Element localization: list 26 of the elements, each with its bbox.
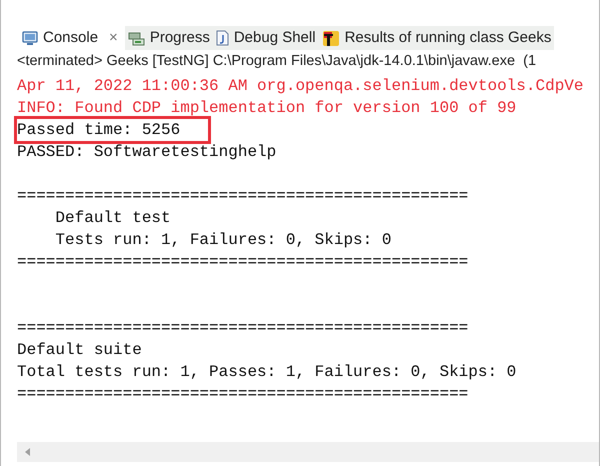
tab[interactable]: Results of running class Geeks — [318, 26, 554, 50]
console-line: =============================================== — [17, 318, 468, 339]
document-icon — [216, 30, 229, 46]
console-line: PASSED: Softwaretestinghelp — [17, 142, 276, 163]
console-line: =============================================== — [17, 252, 468, 273]
console-line: Tests run: 1, Failures: 0, Skips: 0 — [54, 230, 392, 251]
console-line: Default test — [54, 208, 171, 229]
console-line: INFO: Found CDP implementation for version 100 of 99 — [17, 98, 516, 119]
tab[interactable]: Debug Shell — [212, 26, 319, 50]
console-line: =============================================== — [17, 186, 468, 207]
progress-icon — [128, 30, 145, 46]
process-status: <terminated> Geeks [TestNG] C:\Program Files\Java\jdk-14.0.1\bin\javaw.exe (1 — [16, 52, 538, 72]
console-line: Passed time: 5256 — [17, 119, 208, 141]
console-line: =============================================== — [17, 384, 468, 405]
console-line: Apr 11, 2022 11:00:36 AM org.openqa.selenium.devtools.CdpVe — [17, 76, 584, 97]
scroll-left-icon[interactable] — [23, 447, 33, 457]
close-tab-button[interactable]: × — [109, 26, 118, 50]
tab[interactable]: Progress — [124, 26, 213, 50]
monitor-icon — [22, 30, 38, 46]
console-line: Default suite — [17, 340, 142, 361]
tab-label: Results of running class Geeks — [344, 28, 552, 48]
tab-label: Progress — [150, 28, 210, 48]
console-line: Total tests run: 1, Passes: 1, Failures: 0, Skips: 0 — [17, 362, 516, 383]
horizontal-scrollbar[interactable] — [17, 442, 599, 462]
tab-label: Console — [43, 28, 98, 48]
tab-label: Debug Shell — [234, 28, 316, 48]
